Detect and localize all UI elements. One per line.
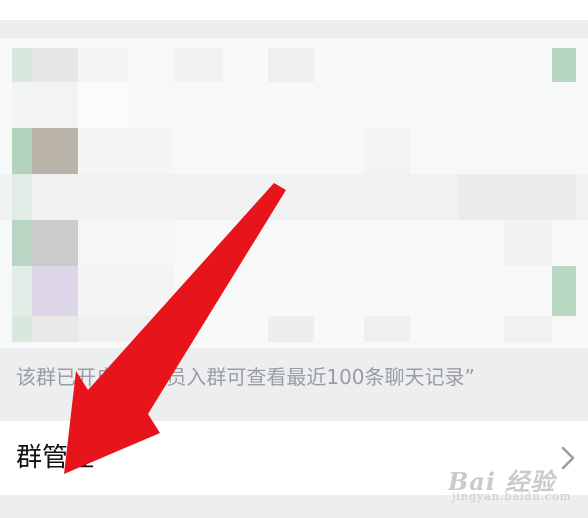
watermark-url-text: jingyan.baidu.com [452,490,572,503]
mosaic-cell [78,316,174,342]
mosaic-cell [12,316,32,342]
mosaic-cell [78,82,128,128]
mosaic-cell [12,48,32,82]
history-notice-text: 该群已开启“新成员入群可查看最近100条聊天记录” [16,365,475,389]
mosaic-cell [458,174,576,220]
mosaic-cell [12,220,32,266]
group-management-label: 群管理 [16,443,95,473]
mosaic-cell [268,48,314,82]
mosaic-cell [78,48,128,82]
mosaic-cell [12,82,78,128]
mosaic-cell [364,316,410,342]
top-card-edge [0,0,588,20]
mosaic-cell [364,128,410,174]
mosaic-cell [12,174,32,220]
mosaic-cell [78,266,174,316]
mosaic-cell [174,48,222,82]
mosaic-cell [12,128,32,174]
mosaic-cell [32,128,78,174]
mosaic-cell [12,266,32,316]
blurred-member-grid [0,38,588,348]
mosaic-cell [78,128,174,174]
mosaic-cell [78,220,174,266]
mosaic-cell [552,266,576,316]
baidu-jingyan-watermark: Bai 经验 jingyan.baidu.com [448,462,584,504]
mosaic-cell [504,316,552,342]
mosaic-cell [552,48,576,82]
mosaic-cell [32,316,78,342]
mosaic-cell [504,220,552,266]
mosaic-cell [268,316,314,342]
mosaic-cell [32,48,78,82]
mosaic-cell [32,266,78,316]
mosaic-cell [32,220,78,266]
